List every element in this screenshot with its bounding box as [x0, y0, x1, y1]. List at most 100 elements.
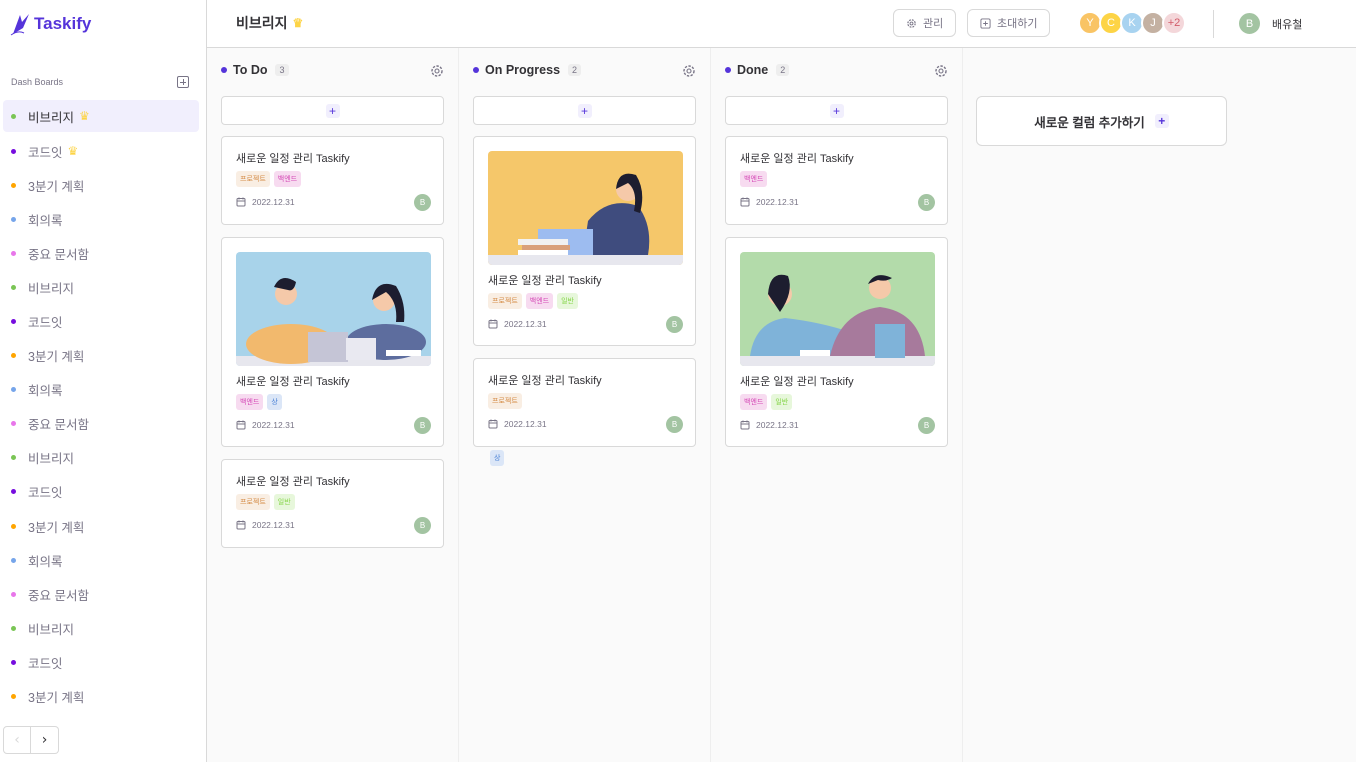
calendar-icon [236, 197, 246, 207]
user-profile[interactable]: B 배유철 [1237, 11, 1302, 36]
sidebar-item-dashboard[interactable]: 회의록 [3, 202, 199, 236]
column-count-badge: 2 [568, 64, 582, 76]
tag-chip: 프로젝트 [488, 393, 522, 409]
add-dashboard-icon[interactable] [177, 76, 189, 88]
member-avatars[interactable]: Y C K J +2 [1078, 11, 1186, 35]
column-header: Done 2 [725, 62, 948, 78]
logo-text: Taskify [34, 14, 92, 33]
invite-label: 초대하기 [997, 18, 1038, 30]
dashboard-color-dot [11, 421, 16, 427]
topbar: 비브리지 ♛ 관리 초대하기 Y C K J +2 B 배유철 [207, 0, 1356, 48]
crown-icon: ♛ [292, 16, 304, 30]
sidebar-item-dashboard[interactable]: 3분기 계획 [3, 339, 199, 373]
sidebar-item-dashboard[interactable]: 코드잇 [3, 304, 199, 338]
column-settings-gear-icon[interactable] [430, 63, 444, 77]
avatar: B [666, 316, 683, 333]
add-card-button[interactable]: + [473, 96, 696, 125]
add-card-button[interactable]: + [221, 96, 444, 125]
sidebar: Taskify Dash Boards 비브리지 ♛ 코드잇 ♛ 3분기 계획 회의록 중요… [0, 0, 207, 762]
sidebar-item-dashboard[interactable]: 비브리지 [3, 441, 199, 475]
tag-chip: 일반 [557, 293, 578, 309]
task-card[interactable]: 새로운 일정 관리 Taskify 백엔드 상 2022.12.31 B [221, 237, 444, 447]
crown-icon: ♛ [79, 109, 90, 123]
due-date-text: 2022.12.31 [252, 520, 295, 530]
due-date-text: 2022.12.31 [504, 419, 547, 429]
add-column-button[interactable]: 새로운 컬럼 추가하기 + [976, 96, 1227, 146]
column-title: Done [737, 63, 769, 77]
column-on-progress: On Progress 2 + 새로운 일정 관리 Taskify 프로젝트 백엔드 일반 2… [459, 48, 711, 762]
column-settings-gear-icon[interactable] [682, 63, 696, 77]
card-tags: 백엔드 상 [236, 394, 282, 410]
plus-icon: + [829, 103, 844, 118]
more-members-badge: +2 [1162, 11, 1186, 35]
logo[interactable]: Taskify [10, 12, 91, 36]
sidebar-item-dashboard[interactable]: 비브리지 [3, 611, 199, 645]
due-date-text: 2022.12.31 [252, 197, 295, 207]
page-title: 비브리지 ♛ [236, 13, 303, 33]
due-date-text: 2022.12.31 [756, 420, 799, 430]
card-tags: 백엔드 일반 [740, 394, 793, 410]
sidebar-item-dashboard[interactable]: 코드잇 [3, 475, 199, 509]
gear-icon [907, 18, 916, 28]
sidebar-item-label: 코드잇 [28, 656, 63, 671]
card-due-date: 2022.12.31 [488, 319, 547, 329]
due-date-text: 2022.12.31 [504, 319, 547, 329]
sidebar-item-dashboard[interactable]: 중요 문서함 [3, 577, 199, 611]
dashboard-color-dot [11, 659, 16, 665]
sidebar-item-dashboard[interactable]: 3분기 계획 [3, 509, 199, 543]
card-tags: 프로젝트 [488, 393, 522, 409]
add-card-button[interactable]: + [725, 96, 948, 125]
avatar: B [918, 417, 935, 434]
task-card[interactable]: 새로운 일정 관리 Taskify 프로젝트 2022.12.31 B [473, 358, 696, 447]
plus-icon: + [325, 103, 340, 118]
dashboard-color-dot [11, 523, 16, 529]
card-title: 새로운 일정 관리 Taskify [740, 376, 854, 388]
dashboards-header: Dash Boards [11, 76, 189, 88]
sidebar-item-dashboard[interactable]: 중요 문서함 [3, 407, 199, 441]
card-due-date: 2022.12.31 [740, 420, 799, 430]
sidebar-item-dashboard[interactable]: 코드잇 ♛ [3, 134, 199, 168]
next-page-button[interactable]: › [31, 726, 59, 754]
plus-icon: + [577, 103, 592, 118]
dashboard-list: 비브리지 ♛ 코드잇 ♛ 3분기 계획 회의록 중요 문서함 비브리지 코드잇 3분기 계획 회의록… [3, 100, 199, 714]
dashboards-title: Dash Boards [11, 77, 64, 87]
calendar-icon [236, 520, 246, 530]
sidebar-item-label: 코드잇 [28, 145, 63, 160]
sidebar-item-dashboard[interactable]: 코드잇 [3, 645, 199, 679]
column-to-do: To Do 3 + 새로운 일정 관리 Taskify 프로젝트 백엔드 2022.12.3… [207, 48, 459, 762]
header-divider [1213, 10, 1214, 38]
dashboard-color-dot [11, 182, 16, 188]
sidebar-item-label: 코드잇 [28, 486, 63, 501]
crown-icon: ♛ [67, 144, 79, 159]
sidebar-item-dashboard[interactable]: 회의록 [3, 373, 199, 407]
sidebar-item-dashboard[interactable]: 비브리지 [3, 270, 199, 304]
dashboard-color-dot [11, 250, 16, 256]
dashboard-color-dot [11, 216, 16, 222]
avatar: B [918, 194, 935, 211]
calendar-icon [236, 420, 246, 430]
logo-icon [10, 14, 29, 36]
sidebar-item-dashboard[interactable]: 3분기 계획 [3, 680, 199, 714]
tag-chip: 백엔드 [525, 293, 554, 309]
sidebar-item-label: 회의록 [28, 213, 63, 228]
sidebar-item-label: 중요 문서함 [28, 247, 89, 262]
sidebar-item-dashboard[interactable]: 비브리지 ♛ [3, 100, 199, 132]
card-tags: 프로젝트 백엔드 [236, 171, 302, 187]
sidebar-item-dashboard[interactable]: 중요 문서함 [3, 236, 199, 270]
sidebar-item-dashboard[interactable]: 3분기 계획 [3, 168, 199, 202]
task-card[interactable]: 새로운 일정 관리 Taskify 프로젝트 백엔드 일반 2022.12.31 B [473, 136, 696, 346]
invite-button[interactable]: 초대하기 [967, 9, 1051, 37]
add-box-icon [980, 17, 991, 29]
prev-page-button[interactable]: ‹ [3, 726, 31, 754]
card-due-date: 2022.12.31 [236, 197, 295, 207]
task-card[interactable]: 새로운 일정 관리 Taskify 백엔드 일반 2022.12.31 B [725, 237, 948, 447]
column-settings-gear-icon[interactable] [934, 63, 948, 77]
manage-button[interactable]: 관리 [893, 9, 957, 37]
task-card[interactable]: 새로운 일정 관리 Taskify 프로젝트 일반 2022.12.31 B [221, 459, 444, 548]
sidebar-item-label: 비브리지 [28, 281, 75, 296]
sidebar-item-dashboard[interactable]: 회의록 [3, 543, 199, 577]
task-card[interactable]: 새로운 일정 관리 Taskify 백엔드 2022.12.31 B [725, 136, 948, 225]
card-due-date: 2022.12.31 [236, 420, 295, 430]
task-card[interactable]: 새로운 일정 관리 Taskify 프로젝트 백엔드 2022.12.31 B [221, 136, 444, 225]
calendar-icon [740, 420, 750, 430]
